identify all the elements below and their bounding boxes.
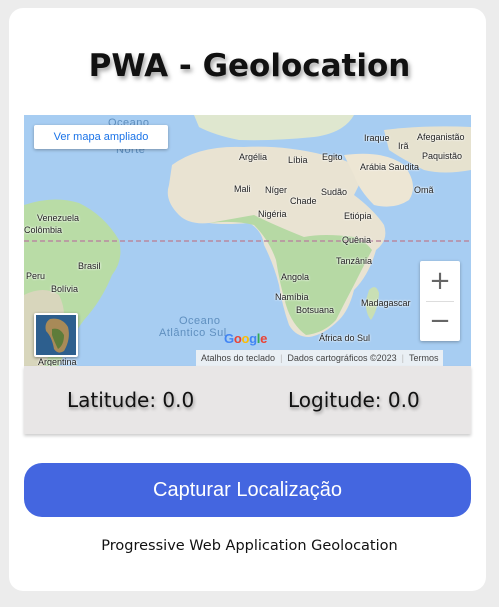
- country-label: Níger: [265, 185, 288, 195]
- latitude-label: Latitude:: [67, 388, 157, 412]
- latitude-value: 0.0: [162, 388, 195, 412]
- country-label: Quênia: [342, 235, 372, 245]
- zoom-in-button[interactable]: +: [420, 261, 460, 301]
- expand-map-button[interactable]: Ver mapa ampliado: [34, 125, 168, 149]
- terms-link[interactable]: Termos: [404, 353, 444, 363]
- country-label: Peru: [26, 271, 46, 281]
- map-attribution: Atalhos do teclado | Dados cartográficos ©…: [196, 350, 444, 366]
- ocean-label: Oceano: [179, 315, 221, 327]
- map-data-credit: Dados cartográficos ©2023: [287, 353, 397, 363]
- country-label: Iraque: [364, 133, 390, 143]
- footer-text: Progressive Web Application Geolocation: [101, 538, 398, 554]
- capture-location-button[interactable]: Capturar Localização: [24, 463, 471, 517]
- country-label: Arábia Saudita: [360, 162, 420, 172]
- country-label: Namíbia: [275, 292, 309, 302]
- country-label: Angola: [281, 272, 310, 282]
- country-label: Bolívia: [51, 284, 79, 294]
- country-label: Brasil: [78, 261, 101, 271]
- google-logo: Google: [224, 331, 268, 346]
- country-label: Argentina: [38, 357, 77, 366]
- longitude-label: Logitude:: [288, 388, 382, 412]
- zoom-out-button[interactable]: −: [420, 301, 460, 341]
- country-label: Madagascar: [361, 298, 411, 308]
- country-label: Botsuana: [296, 305, 335, 315]
- page-title: PWA - Geolocation: [88, 48, 411, 84]
- country-label: Venezuela: [37, 213, 80, 223]
- zoom-control: + −: [420, 261, 460, 341]
- country-label: Afeganistão: [417, 132, 465, 142]
- country-label: Tanzânia: [336, 256, 373, 266]
- satellite-thumbnail-icon: [45, 318, 69, 353]
- longitude-display: Logitude: 0.0: [288, 388, 420, 412]
- ocean-label: Atlântico Sul: [159, 327, 227, 339]
- country-label: África do Sul: [319, 333, 371, 343]
- latitude-display: Latitude: 0.0: [67, 388, 194, 412]
- country-label: Irã: [398, 141, 409, 151]
- country-label: Líbia: [288, 155, 308, 165]
- country-label: Nigéria: [258, 209, 287, 219]
- country-label: Chade: [290, 196, 317, 206]
- map-view[interactable]: Oceano Norte Oceano Atlântico Sul Argéli…: [24, 115, 471, 366]
- keyboard-shortcuts-link[interactable]: Atalhos do teclado: [196, 353, 280, 363]
- satellite-toggle[interactable]: [34, 313, 78, 357]
- country-label: Omã: [414, 185, 434, 195]
- country-label: Sudão: [321, 187, 348, 197]
- coordinates-panel: Latitude: 0.0 Logitude: 0.0: [24, 366, 471, 434]
- longitude-value: 0.0: [387, 388, 420, 412]
- country-label: Paquistão: [422, 151, 463, 161]
- country-label: Argélia: [239, 152, 268, 162]
- country-label: Mali: [234, 184, 251, 194]
- country-label: Colômbia: [24, 225, 63, 235]
- country-label: Egito: [322, 152, 343, 162]
- country-label: Etiópia: [344, 211, 372, 221]
